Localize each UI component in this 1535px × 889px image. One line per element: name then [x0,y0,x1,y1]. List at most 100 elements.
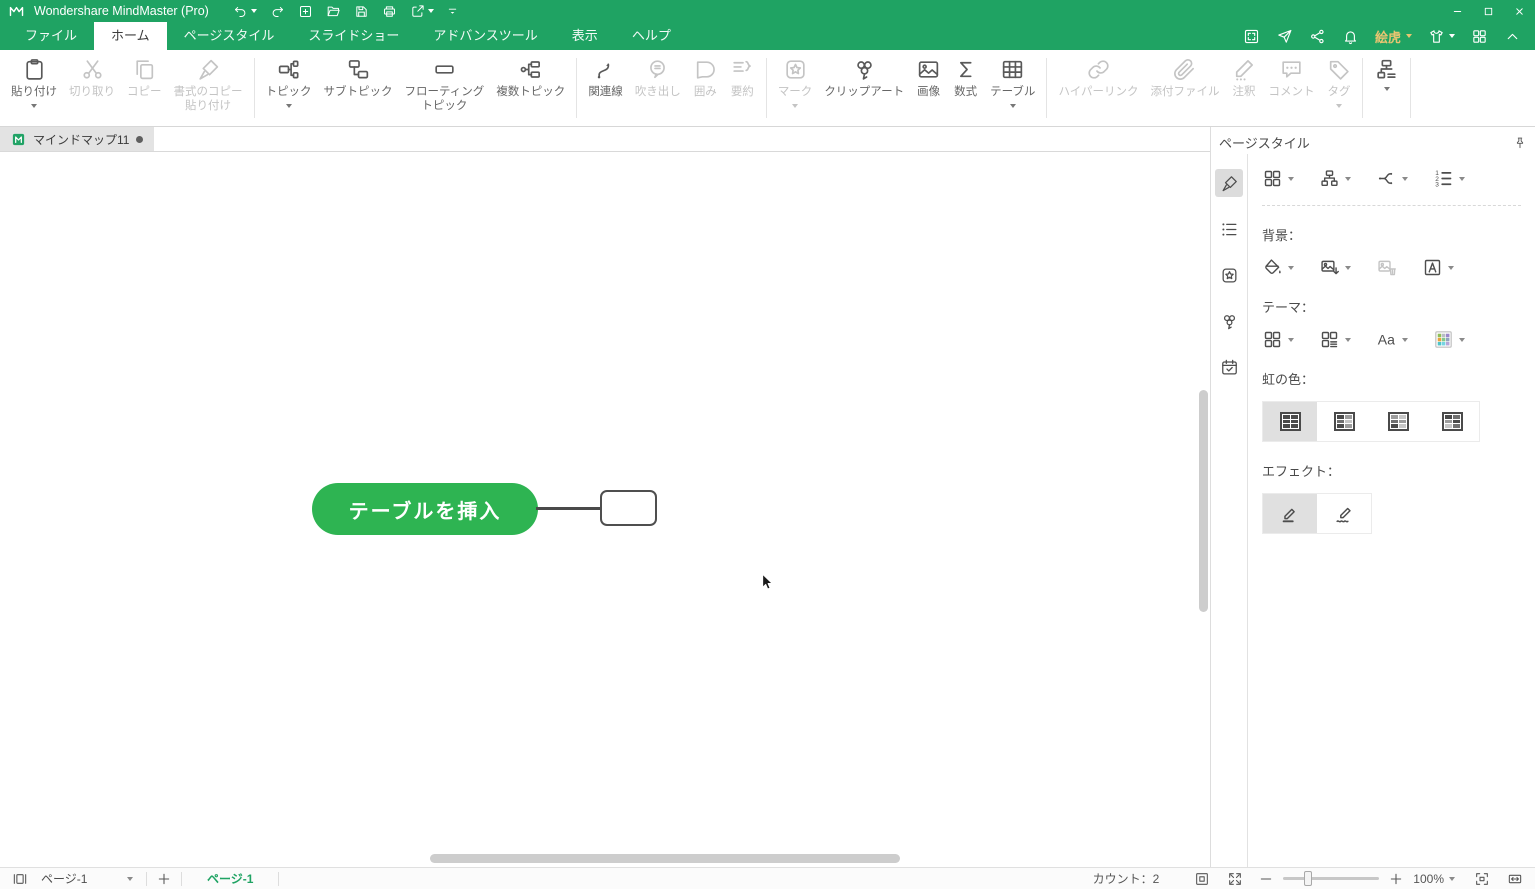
hyperlink-button[interactable]: ハイパーリンク [1052,50,1144,99]
page-tab[interactable]: ページ-1 [191,870,269,887]
share-icon[interactable] [1309,28,1326,45]
minimize-button[interactable] [1442,0,1473,22]
pin-icon[interactable] [1513,136,1527,150]
summary-button[interactable]: 要約 [724,50,761,99]
new-document-button[interactable] [298,4,313,19]
page-panel-icon[interactable] [12,871,28,887]
relationship-button[interactable]: 関連線 [582,50,629,99]
export-button[interactable] [410,4,434,19]
rainbow-style-1-button[interactable] [1263,402,1317,441]
cut-button[interactable]: 切り取り [63,50,121,99]
hand-drawn-off-button[interactable] [1263,494,1317,533]
callout-button[interactable]: 吹き出し [629,50,687,99]
menu-tab-5[interactable]: 表示 [555,22,615,50]
menu-tab-0[interactable]: ファイル [8,22,94,50]
ribbon-group-3: マーク クリップアート 画像 数式 テーブル [772,50,1042,109]
menu-tab-1[interactable]: ホーム [94,22,167,50]
boundary-button[interactable]: 囲み [687,50,724,99]
clipart-panel-button[interactable] [1215,307,1243,335]
menu-tab-4[interactable]: アドバンスツール [416,22,554,50]
button-label: 注釈 [1232,86,1256,98]
personalize-button[interactable] [1428,28,1455,45]
rainbow-style-2-button[interactable] [1317,402,1371,441]
topic-button[interactable]: トピック [260,50,318,109]
layout-style-button[interactable] [1262,168,1294,189]
background-image-button[interactable] [1319,257,1351,278]
fit-map-icon[interactable] [1194,871,1210,887]
table-button[interactable]: テーブル [984,50,1041,109]
open-button[interactable] [326,4,341,19]
send-icon[interactable] [1276,28,1293,45]
note-button[interactable]: 注釈 [1225,50,1262,99]
fullscreen-icon[interactable] [1243,28,1260,45]
close-button[interactable] [1504,0,1535,22]
menu-tab-3[interactable]: スライドショー [291,22,416,50]
multi-topic-button[interactable]: 複数トピック [490,50,571,99]
mark-panel-button[interactable] [1215,261,1243,289]
remove-background-image-button[interactable] [1376,257,1397,278]
theme-button[interactable] [1262,329,1294,350]
redo-button[interactable] [270,4,285,19]
undo-button[interactable] [233,4,257,19]
save-button[interactable] [354,4,369,19]
theme-color-button[interactable] [1433,329,1465,350]
image-button[interactable]: 画像 [910,50,947,99]
copy-button[interactable]: コピー [121,50,168,99]
fullscreen-icon[interactable] [1227,871,1243,887]
section-label: 虹の色： [1262,372,1315,387]
floating-topic-button[interactable]: フローティング トピック [399,50,491,114]
paste-button[interactable]: 貼り付け [5,50,63,109]
attachment-button[interactable]: 添付ファイル [1144,50,1225,99]
mark-button[interactable]: マーク [772,50,819,109]
format-painter-button[interactable]: 書式のコピー 貼り付け [168,50,249,114]
comment-button[interactable]: コメント [1262,50,1320,99]
add-page-button[interactable] [156,871,172,887]
document-tab[interactable]: マインドマップ11 [0,127,155,151]
zoom-slider-handle[interactable] [1304,871,1313,886]
tag-button[interactable]: タグ [1320,50,1357,109]
central-topic-node[interactable]: テーブルを挿入 [312,483,538,535]
outline-button[interactable] [1215,215,1243,243]
button-label: 貼り付け [11,86,57,98]
subtopic-button[interactable]: サブトピック [318,50,399,99]
layout-button[interactable] [1368,50,1405,91]
button-label: コピー [127,86,162,98]
user-account-button[interactable]: 絵虎 [1375,27,1412,46]
fit-width-icon[interactable] [1507,871,1523,887]
page-selector[interactable]: ページ-1 [37,870,137,887]
horizontal-scrollbar[interactable] [430,854,900,863]
task-panel-button[interactable] [1215,353,1243,381]
structure-button[interactable] [1319,168,1351,189]
zoom-in-button[interactable] [1388,871,1404,887]
rainbow-style-4-button[interactable] [1425,402,1479,441]
clipart-button[interactable]: クリップアート [818,50,910,99]
tshirt-icon [1428,28,1445,45]
section-label: 背景： [1262,228,1302,243]
formula-button[interactable]: 数式 [947,50,984,99]
calendar-icon [1220,358,1239,377]
rainbow-style-3-button[interactable] [1371,402,1425,441]
customize-quick-access-button[interactable] [447,6,458,17]
menu-tab-2[interactable]: ページスタイル [167,22,292,50]
numbering-button[interactable]: 123 [1433,168,1465,189]
print-button[interactable] [382,4,397,19]
apps-grid-button[interactable] [1471,28,1488,45]
watermark-button[interactable] [1422,257,1454,278]
mindmap-canvas[interactable]: テーブルを挿入 [0,152,1210,867]
fill-color-button[interactable] [1262,257,1294,278]
fit-to-screen-icon[interactable] [1474,871,1490,887]
hand-drawn-on-button[interactable] [1317,494,1371,533]
bell-icon[interactable] [1342,28,1359,45]
menu-tab-6[interactable]: ヘルプ [615,22,688,50]
zoom-slider[interactable] [1283,871,1380,886]
theme-layout-button[interactable] [1319,329,1351,350]
branch-style-button[interactable] [1376,168,1408,189]
collapse-ribbon-button[interactable] [1504,28,1521,45]
vertical-scrollbar[interactable] [1199,390,1208,612]
theme-font-button[interactable]: Aa [1376,329,1408,350]
subtopic-node[interactable] [600,490,657,526]
zoom-level[interactable]: 100% [1413,872,1455,886]
page-format-button[interactable] [1215,169,1243,197]
zoom-out-button[interactable] [1258,871,1274,887]
maximize-button[interactable] [1473,0,1504,22]
